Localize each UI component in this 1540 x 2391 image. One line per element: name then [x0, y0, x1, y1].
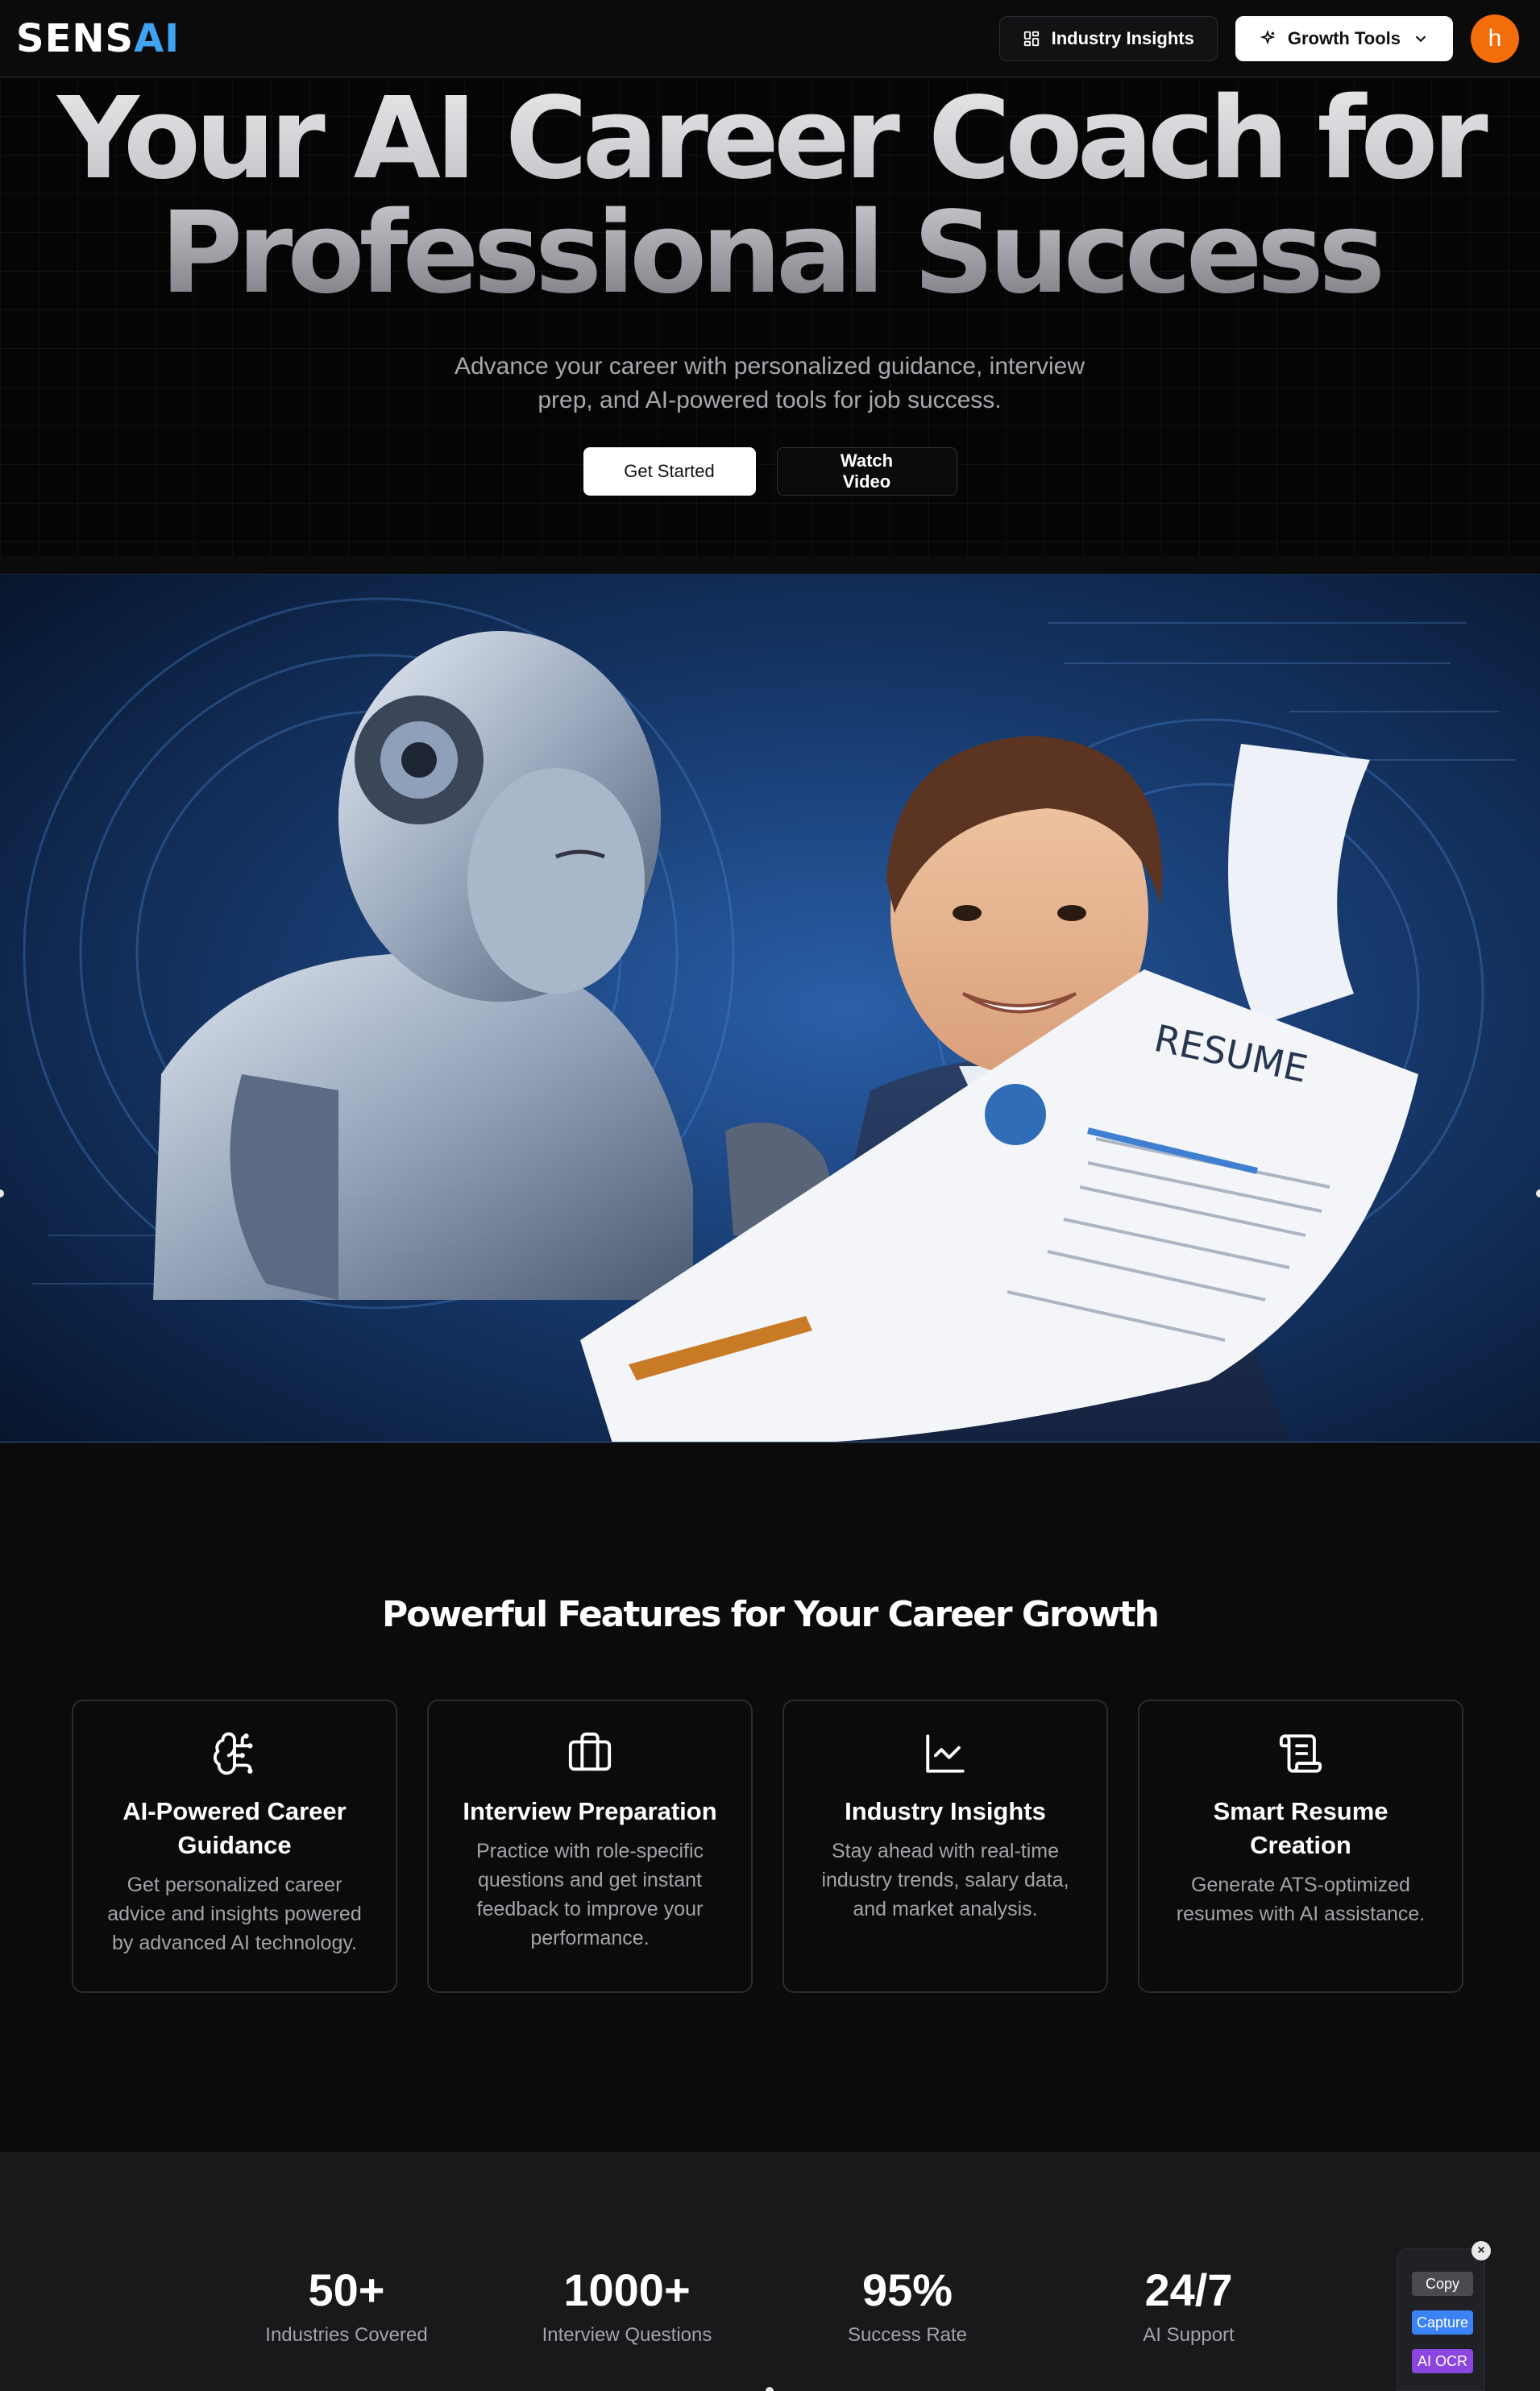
- feature-desc-line: Practice with role-specific: [475, 1840, 704, 1862]
- feature-title: Interview Preparation: [463, 1797, 717, 1825]
- feature-title: AI-Powered Career Guidance: [98, 1795, 372, 1862]
- close-icon[interactable]: ×: [1472, 2241, 1491, 2260]
- feature-desc-line: Stay ahead with real-time: [831, 1840, 1060, 1862]
- briefcase-icon: [568, 1732, 612, 1771]
- feature-desc-line: resumes with AI assistance.: [1176, 1903, 1426, 1925]
- feature-desc-line: and market analysis.: [853, 1898, 1038, 1920]
- stat-label: Interview Questions: [542, 2324, 712, 2346]
- feature-description: Practice with role-specific questions an…: [453, 1837, 727, 1953]
- stat-label: Industries Covered: [265, 2324, 428, 2346]
- get-started-button[interactable]: Get Started: [583, 447, 756, 496]
- feature-card-industry-insights: Industry Insights Stay ahead with real-t…: [782, 1700, 1108, 1993]
- hero-actions: Get Started Watch Video: [0, 447, 1540, 496]
- brain-circuit-icon: [213, 1732, 253, 1775]
- screen-tools-widget: × Copy Capture AI OCR: [1397, 2241, 1491, 2391]
- feature-description: Stay ahead with real-time industry trend…: [808, 1837, 1082, 1924]
- features-heading: Powerful Features for Your Career Growth: [382, 1594, 1160, 1635]
- growth-tools-dropdown[interactable]: Growth Tools: [1235, 15, 1453, 61]
- selection-handle-bottom[interactable]: [766, 2387, 774, 2391]
- feature-title-line-1: AI-Powered Career: [122, 1797, 347, 1825]
- logo-accent-text: AI: [134, 15, 181, 61]
- stat-value: 95%: [861, 2264, 953, 2315]
- layout-dashboard-icon: [1023, 31, 1039, 46]
- feature-desc-line: advice and insights powered: [107, 1903, 362, 1925]
- sparkles-icon: [1260, 29, 1276, 44]
- feature-title-line-2: Guidance: [177, 1831, 292, 1859]
- stat-value: 24/7: [1144, 2264, 1233, 2315]
- ai-ocr-button[interactable]: AI OCR: [1412, 2349, 1473, 2373]
- hero-title: Your AI Career Coach for Professional Su…: [0, 82, 1540, 311]
- feature-desc-line: questions and get instant: [478, 1869, 702, 1891]
- feature-title-line-1: Smart Resume: [1213, 1797, 1388, 1825]
- stats-section: 50+ Industries Covered 1000+ Interview Q…: [0, 2152, 1540, 2391]
- feature-desc-line: by advanced AI technology.: [112, 1932, 357, 1954]
- feature-desc-line: Generate ATS-optimized: [1191, 1874, 1410, 1896]
- stat-value: 1000+: [563, 2264, 691, 2315]
- feature-card-smart-resume: Smart Resume Creation Generate ATS-optim…: [1138, 1700, 1463, 1993]
- selection-handle-right[interactable]: [1536, 1189, 1540, 1198]
- stat-industries: 50+ Industries Covered: [226, 2264, 467, 2347]
- feature-title: Smart Resume Creation: [1164, 1795, 1438, 1862]
- feature-card-career-guidance: AI-Powered Career Guidance Get personali…: [72, 1700, 397, 1993]
- scroll-text-icon: [1279, 1734, 1322, 1773]
- industry-insights-button[interactable]: Industry Insights: [998, 15, 1218, 61]
- feature-title-line-2: Creation: [1250, 1831, 1351, 1859]
- chevron-down-icon: [1415, 35, 1426, 42]
- line-chart-icon: [926, 1734, 965, 1773]
- user-avatar[interactable]: h: [1471, 14, 1519, 63]
- capture-button[interactable]: Capture: [1412, 2310, 1473, 2335]
- industry-insights-label: Industry Insights: [1051, 27, 1194, 48]
- hero-subtitle-line-1: Advance your career with personalized gu…: [454, 353, 1085, 380]
- page: SENSAI Industry Insights Growth Tools h: [0, 0, 1540, 2391]
- stat-label: Success Rate: [847, 2324, 968, 2346]
- feature-desc-line: feedback to improve your: [476, 1898, 704, 1920]
- hero-title-line-1: Your AI Career Coach for: [57, 73, 1483, 205]
- nav-actions: Industry Insights Growth Tools h: [998, 14, 1519, 63]
- feature-desc-line: industry trends, salary data,: [821, 1869, 1069, 1891]
- feature-desc-line: Get personalized career: [127, 1874, 342, 1896]
- top-navigation-bar: SENS AI Industry Insights Growth Tools h: [0, 0, 1540, 77]
- stat-interview-questions: 1000+ Interview Questions: [506, 2264, 748, 2347]
- watch-video-button[interactable]: Watch Video: [776, 447, 957, 496]
- stat-ai-support: 24/7 AI Support: [1068, 2264, 1310, 2347]
- stat-value: 50+: [308, 2264, 385, 2315]
- feature-title: Industry Insights: [845, 1797, 1046, 1825]
- feature-desc-line: performance.: [530, 1927, 650, 1949]
- feature-description: Generate ATS-optimized resumes with AI a…: [1164, 1870, 1438, 1928]
- hero-subtitle-line-2: prep, and AI-powered tools for job succe…: [538, 387, 1002, 413]
- hero-illustration: RESUME: [0, 574, 1540, 1442]
- hero-subtitle: Advance your career with personalized gu…: [407, 350, 1132, 417]
- feature-description: Get personalized career advice and insig…: [98, 1870, 372, 1957]
- copy-button[interactable]: Copy: [1412, 2272, 1473, 2296]
- brand-logo[interactable]: SENS AI: [16, 16, 180, 61]
- robot-and-professional-image: RESUME: [0, 575, 1540, 1442]
- growth-tools-label: Growth Tools: [1287, 27, 1401, 48]
- feature-card-interview-preparation: Interview Preparation Practice with role…: [427, 1700, 753, 1993]
- hero-title-line-2: Professional Success: [160, 188, 1380, 319]
- hero-section: Your AI Career Coach for Professional Su…: [0, 77, 1540, 556]
- stat-label: AI Support: [1143, 2324, 1235, 2346]
- logo-text: SENS: [16, 15, 135, 61]
- stat-success-rate: 95% Success Rate: [787, 2264, 1028, 2347]
